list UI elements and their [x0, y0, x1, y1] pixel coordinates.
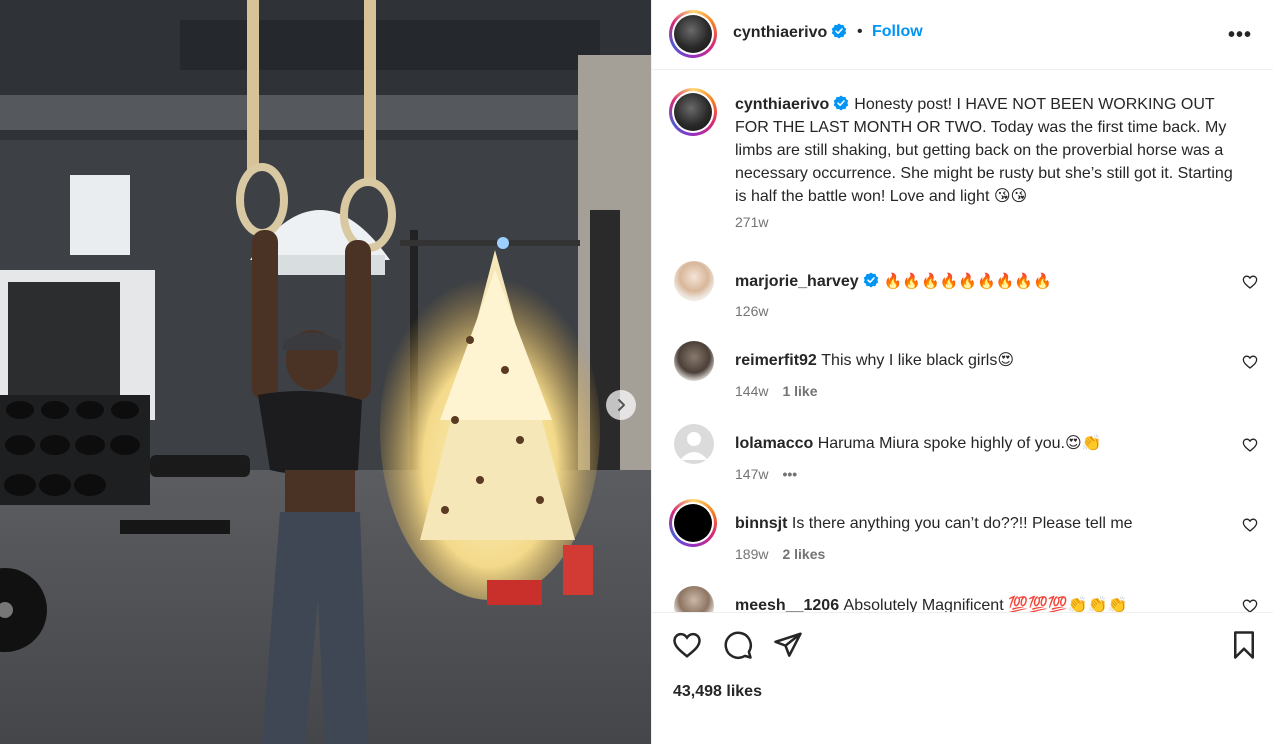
commenter-avatar[interactable]	[669, 499, 717, 547]
commenter-username[interactable]: meesh__1206	[735, 597, 839, 612]
comment-text-block: reimerfit92 This why I like black girls😍	[735, 350, 1215, 372]
heart-icon[interactable]	[672, 630, 702, 660]
comment-likes[interactable]: 1 like	[782, 383, 817, 399]
author-username[interactable]: cynthiaerivo	[733, 24, 827, 41]
gym-photo	[0, 0, 651, 744]
comment-timestamp[interactable]: 144w	[735, 383, 768, 399]
comment-item: meesh__1206 Absolutely Magnificent 💯💯💯👏👏…	[652, 586, 1273, 612]
commenter-avatar[interactable]	[674, 341, 714, 381]
comment-meta: 189w 2 likes	[735, 546, 839, 562]
verified-badge-icon	[832, 23, 847, 39]
comment-timestamp[interactable]: 126w	[735, 303, 768, 319]
comment-text-block: binnsjt Is there anything you can’t do??…	[735, 513, 1215, 535]
comment-text-block: lolamacco Haruma Miura spoke highly of y…	[735, 433, 1215, 455]
comment-text: 🔥🔥🔥🔥🔥🔥🔥🔥🔥	[883, 272, 1052, 290]
author-avatar[interactable]	[669, 10, 717, 58]
commenter-avatar[interactable]	[674, 261, 714, 301]
comment-meta: 147w •••	[735, 466, 811, 482]
commenter-username[interactable]: reimerfit92	[735, 352, 817, 369]
verified-badge-icon	[863, 272, 878, 288]
comment-meta: 126w	[735, 303, 782, 319]
comment-timestamp[interactable]: 147w	[735, 466, 768, 482]
heart-icon[interactable]	[1242, 517, 1258, 533]
separator-dot: •	[857, 23, 863, 40]
commenter-avatar[interactable]	[674, 586, 714, 612]
caption-text-block: cynthiaerivo Honesty post! I HAVE NOT BEE…	[735, 93, 1245, 208]
comment-text: Is there anything you can’t do??!! Pleas…	[791, 515, 1133, 532]
comment-options-button[interactable]: •••	[782, 466, 797, 482]
heart-icon[interactable]	[1242, 274, 1258, 290]
heart-icon[interactable]	[1242, 354, 1258, 370]
comment-text-block: marjorie_harvey 🔥🔥🔥🔥🔥🔥🔥🔥🔥	[735, 270, 1215, 293]
follow-button[interactable]: Follow	[872, 23, 923, 41]
comment-text: Absolutely Magnificent 💯💯💯👏👏👏	[843, 597, 1128, 612]
caption-username[interactable]: cynthiaerivo	[735, 96, 829, 113]
more-options-button[interactable]: •••	[1228, 24, 1252, 47]
caption-author-avatar[interactable]	[669, 88, 717, 136]
verified-badge-icon	[834, 95, 849, 111]
comment-item: binnsjt Is there anything you can’t do??…	[652, 499, 1273, 584]
comment-item: marjorie_harvey 🔥🔥🔥🔥🔥🔥🔥🔥🔥 126w	[652, 261, 1273, 341]
post-details-panel: cynthiaerivo • Follow ••• cynthiaerivo Ho…	[651, 0, 1273, 744]
comment-text-block: meesh__1206 Absolutely Magnificent 💯💯💯👏👏…	[735, 595, 1215, 612]
comment-icon[interactable]	[723, 630, 753, 660]
post-media[interactable]	[0, 0, 651, 744]
commenter-username[interactable]: binnsjt	[735, 515, 787, 532]
commenter-avatar[interactable]	[674, 424, 714, 464]
comment-text: This why I like black girls😍	[821, 352, 1015, 369]
comment-text: Haruma Miura spoke highly of you.😍👏	[817, 435, 1102, 452]
default-avatar-icon	[680, 432, 708, 460]
bookmark-icon[interactable]	[1229, 630, 1259, 660]
chevron-right-icon	[618, 399, 625, 411]
comment-item: lolamacco Haruma Miura spoke highly of y…	[652, 424, 1273, 504]
post-actions: 43,498 likes	[652, 612, 1273, 744]
comments-list[interactable]: cynthiaerivo Honesty post! I HAVE NOT BEE…	[652, 71, 1273, 612]
comment-timestamp[interactable]: 189w	[735, 546, 768, 562]
commenter-username[interactable]: lolamacco	[735, 435, 813, 452]
share-icon[interactable]	[773, 630, 803, 660]
comment-item: reimerfit92 This why I like black girls😍…	[652, 341, 1273, 421]
comment-meta: 144w 1 like	[735, 383, 832, 399]
caption-timestamp[interactable]: 271w	[735, 214, 768, 230]
heart-icon[interactable]	[1242, 437, 1258, 453]
comment-likes[interactable]: 2 likes	[782, 546, 825, 562]
next-media-button[interactable]	[606, 390, 636, 420]
author-username-wrap[interactable]: cynthiaerivo	[733, 23, 847, 42]
heart-icon[interactable]	[1242, 598, 1258, 612]
post-header: cynthiaerivo • Follow •••	[652, 0, 1273, 70]
commenter-username[interactable]: marjorie_harvey	[735, 273, 859, 290]
likes-count[interactable]: 43,498 likes	[673, 683, 762, 701]
